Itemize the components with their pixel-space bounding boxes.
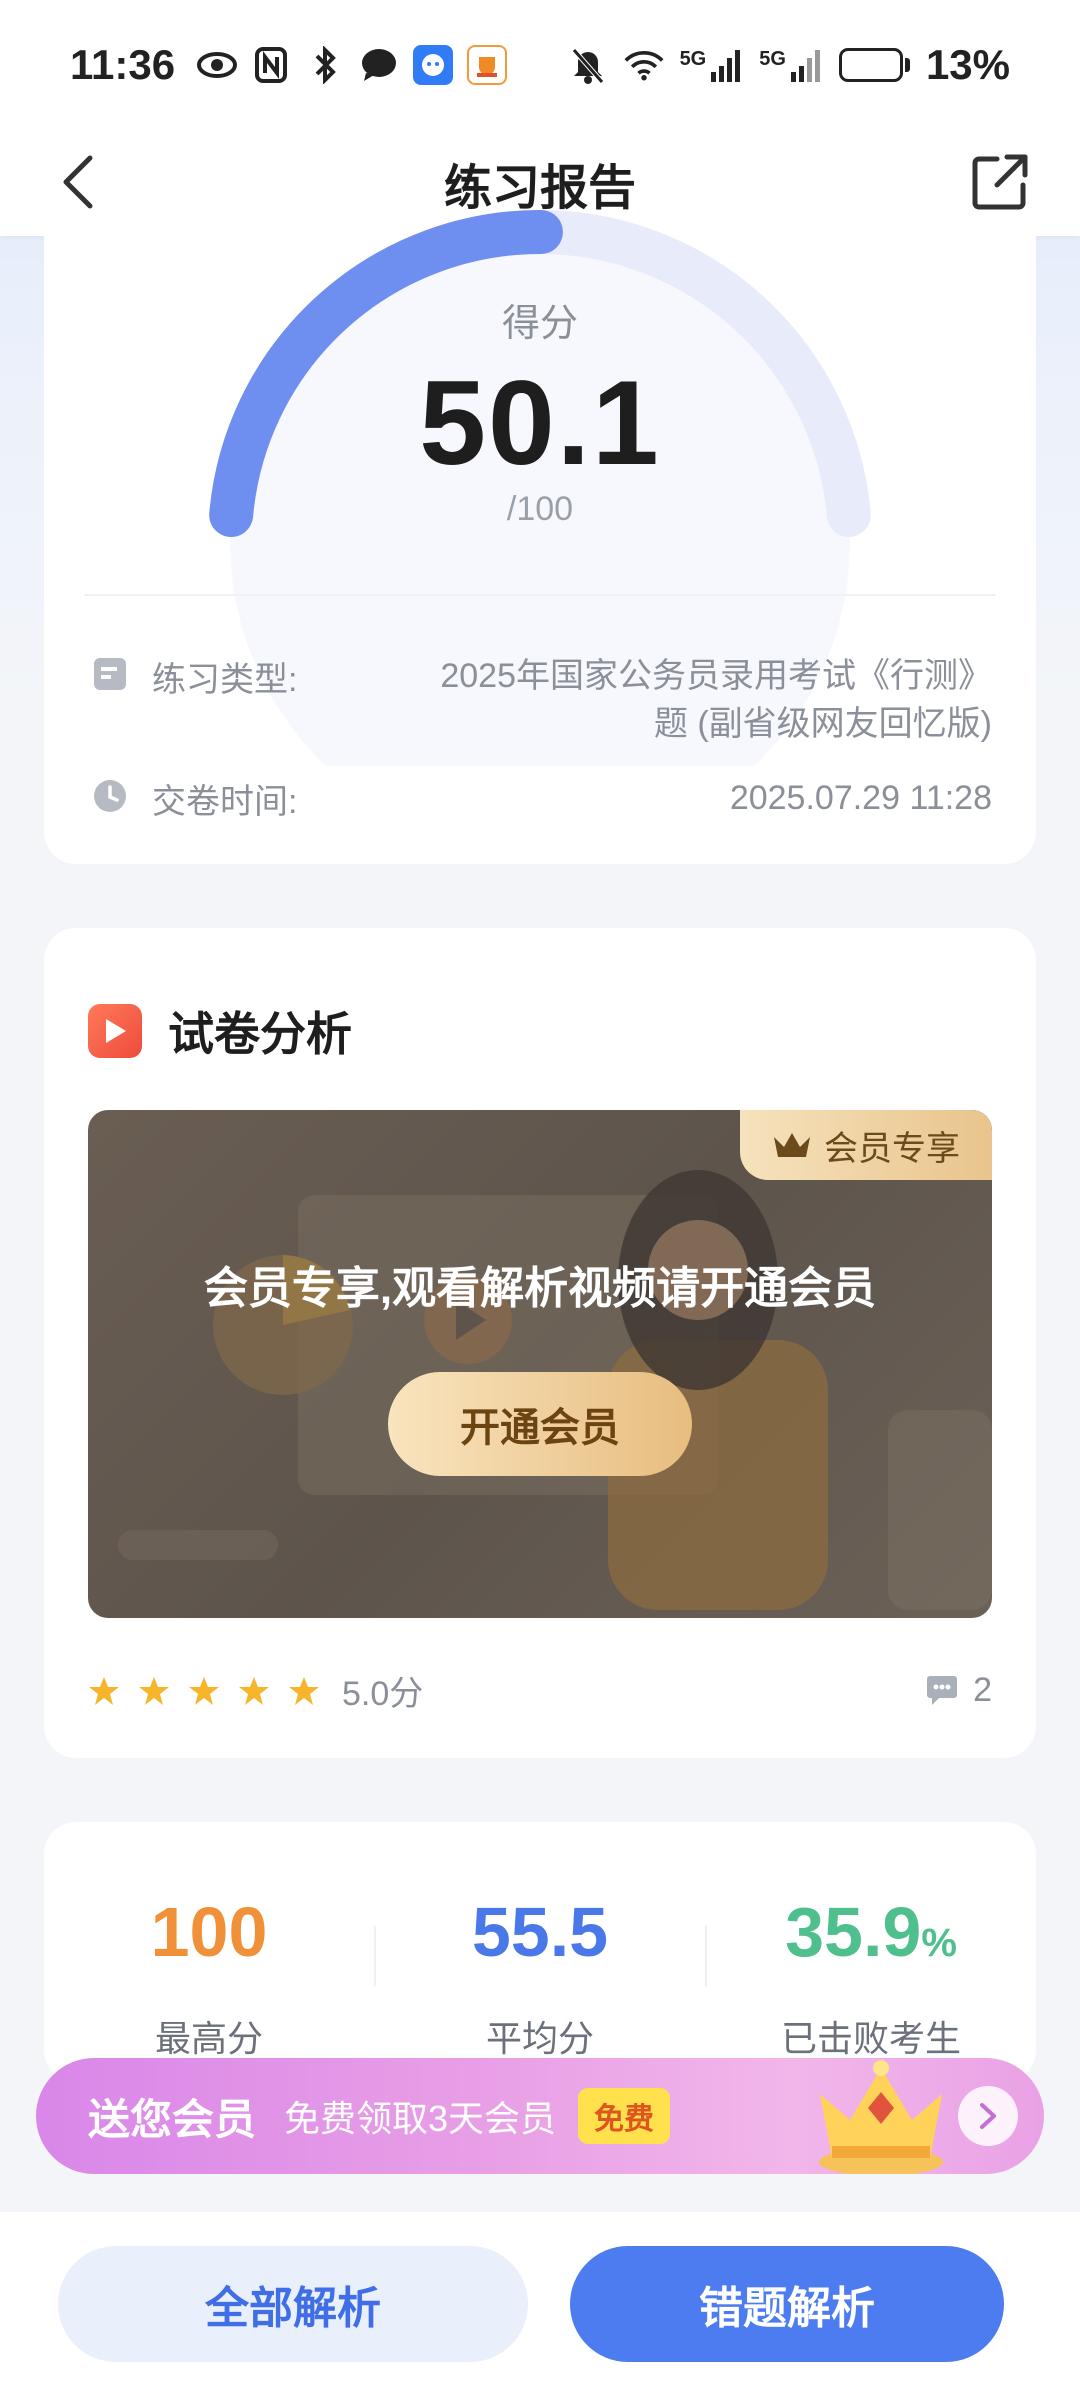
beaten-percent-value: 35.9 [785, 1893, 922, 1971]
play-icon [88, 1004, 142, 1058]
message-bubble-icon [359, 45, 399, 85]
star-icon [89, 1676, 119, 1705]
star-icon [289, 1676, 319, 1705]
share-icon [972, 154, 1028, 210]
rating-score: 5.0分 [342, 1675, 424, 1713]
divider [84, 594, 996, 596]
max-score-label: 最高分 [154, 2018, 263, 2059]
stat-max: 100 最高分 [44, 1892, 374, 2062]
comment-button[interactable]: 2 [925, 1671, 992, 1710]
percent-unit: % [921, 1921, 957, 1965]
battery-icon [838, 48, 910, 82]
submit-time-label: 交卷时间: [152, 783, 298, 821]
rating-row: 5.0分 2 [88, 1666, 992, 1715]
video-illustration [118, 1170, 992, 1610]
rating-stars [88, 1675, 320, 1707]
stat-beaten: 35.9% 已击败考生 [706, 1892, 1036, 2062]
signal-bars-icon [790, 50, 820, 82]
gold-crown-icon [819, 2060, 943, 2174]
promo-arrow-button[interactable] [958, 2086, 1018, 2146]
exercise-type-row: 练习类型: 2025年国家公务员录用考试《行测》 题 (副省级网友回忆版) [92, 652, 992, 748]
member-tag-label: 会员专享 [824, 1129, 960, 1168]
exercise-type-label: 练习类型: [152, 661, 298, 699]
signal-bars-icon [711, 50, 741, 82]
exercise-type-line1: 2025年国家公务员录用考试《行测》 [440, 657, 992, 695]
share-button[interactable] [968, 150, 1032, 214]
app-notification-icon [413, 45, 454, 85]
promo-subtitle: 免费领取3天会员 [284, 2098, 557, 2139]
document-icon [94, 658, 126, 690]
signal-5g-2: 5G [759, 48, 823, 82]
chevron-left-icon [63, 155, 93, 209]
section-header: 试卷分析 [88, 998, 352, 1064]
submit-time-row: 交卷时间: 2025.07.29 11:28 [92, 774, 992, 823]
battery-percent: 13% [925, 41, 1010, 88]
mute-bell-icon [568, 45, 608, 85]
stat-average: 55.5 平均分 [375, 1892, 705, 2062]
bluetooth-icon [305, 45, 345, 85]
exercise-type-value: 2025年国家公务员录用考试《行测》 题 (副省级网友回忆版) [440, 652, 992, 748]
paper-analysis-card: 试卷分析 会员专享 会员专享,观看解析视频请开通会员 开通会员 5.0分 2 [44, 928, 1036, 1758]
score-label: 得分 [501, 303, 578, 345]
analysis-video-placeholder[interactable]: 会员专享 会员专享,观看解析视频请开通会员 开通会员 [88, 1110, 992, 1618]
network-type-label: 5G [759, 48, 786, 70]
member-only-tag: 会员专享 [740, 1110, 992, 1180]
food-app-notification-icon [467, 45, 508, 85]
membership-promo-banner[interactable]: 送您会员 免费领取3天会员 免费 [36, 2058, 1044, 2174]
score-card: 得分 50.1 /100 练习类型: 2025年国家公务员录用考试《行测》 题 … [44, 210, 1036, 864]
member-prompt-text: 会员专享,观看解析视频请开通会员 [203, 1264, 877, 1313]
promo-title: 送您会员 [88, 2095, 257, 2143]
comment-icon [927, 1675, 958, 1705]
max-score-value: 100 [150, 1893, 268, 1971]
stats-card: 100 最高分 55.5 平均分 35.9% 已击败考生 [44, 1822, 1036, 2082]
status-bar: 11:36 5G 5G 13% [0, 0, 1080, 130]
status-time: 11:36 [70, 41, 176, 88]
average-score-label: 平均分 [485, 2018, 594, 2059]
back-button[interactable] [48, 152, 108, 212]
bottom-action-bar: 全部解析 错题解析 [0, 2212, 1080, 2398]
all-analysis-button[interactable]: 全部解析 [58, 2246, 528, 2362]
wrong-analysis-button[interactable]: 错题解析 [570, 2246, 1004, 2362]
wifi-icon [624, 45, 664, 85]
comment-count: 2 [973, 1671, 992, 1709]
signal-5g-1: 5G [680, 48, 744, 82]
star-icon [239, 1676, 269, 1705]
network-type-label: 5G [679, 48, 707, 70]
status-system-icons: 5G 5G 13% [568, 41, 1010, 89]
score-total: /100 [506, 490, 574, 528]
submit-time-value: 2025.07.29 11:28 [729, 779, 992, 817]
beaten-label: 已击败考生 [780, 2018, 961, 2059]
beaten-percent: 35.9% [706, 1892, 1036, 1972]
average-score-value: 55.5 [471, 1893, 609, 1971]
section-title: 试卷分析 [168, 1008, 352, 1060]
score-value: 50.1 [419, 356, 661, 490]
star-icon [189, 1676, 219, 1705]
nfc-icon [251, 45, 291, 85]
status-notification-icons [197, 45, 508, 85]
open-membership-button[interactable]: 开通会员 [388, 1372, 692, 1476]
free-badge: 免费 [578, 2088, 671, 2144]
crown-icon [774, 1133, 810, 1157]
eye-icon [197, 45, 238, 85]
star-icon [139, 1676, 169, 1705]
exercise-type-line2: 题 (副省级网友回忆版) [653, 705, 992, 743]
clock-icon [94, 780, 126, 812]
chevron-right-icon [980, 2103, 996, 2129]
